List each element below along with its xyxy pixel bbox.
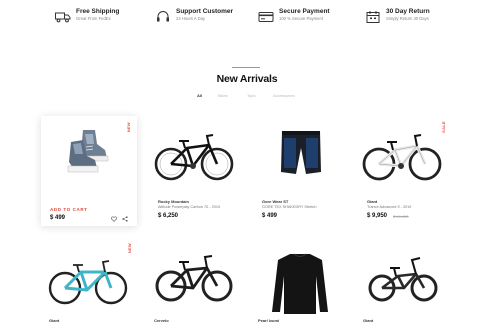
- feature-subtitle: 100 % Secure Payment: [279, 16, 323, 21]
- product-name[interactable]: Trance Advanced 9 - 2019: [367, 205, 411, 209]
- product-image: [146, 238, 242, 318]
- share-icon[interactable]: [122, 216, 128, 222]
- feature-title: Secure Payment: [279, 8, 330, 15]
- product-brand: Pearl Izumi: [258, 318, 280, 323]
- teal-bike-image: [48, 260, 128, 305]
- card-icon: [258, 12, 274, 22]
- mountain-bike-image: [154, 134, 234, 181]
- product-image: [355, 238, 451, 318]
- product-card[interactable]: Pearl Izumi: [250, 238, 346, 329]
- add-to-cart-button[interactable]: ADD TO CART: [50, 207, 88, 212]
- long-sleeve-jersey-image: [272, 253, 328, 314]
- section-divider: [232, 67, 260, 68]
- filter-accessories[interactable]: Accessories: [273, 93, 295, 98]
- product-image: [355, 116, 451, 196]
- product-image: [41, 238, 137, 318]
- bmx-bike-image: [368, 257, 438, 302]
- product-brand: Gore Wear ST: [262, 199, 289, 204]
- white-bike-image: [362, 134, 442, 181]
- feature-subtitle: Great From FedEx: [76, 16, 111, 21]
- feature-subtitle: 24 Hours A Day: [176, 16, 206, 21]
- product-image: [250, 238, 346, 318]
- sneakers-image: [67, 130, 109, 173]
- product-brand: Giant: [367, 199, 378, 204]
- product-name[interactable]: GORE TEX SHAKEDRY Stretch: [262, 205, 316, 209]
- shorts-image: [281, 131, 321, 174]
- product-card[interactable]: Cervelo: [146, 238, 242, 329]
- product-card[interactable]: Gore Wear ST GORE TEX SHAKEDRY Stretch $…: [250, 116, 346, 226]
- product-brand: Giant: [49, 318, 60, 323]
- product-card[interactable]: Giant: [355, 238, 451, 329]
- new-badge: NEW: [126, 122, 131, 133]
- product-price: $ 9,950: [367, 213, 388, 219]
- product-card[interactable]: Rocky Mountain Altitude Powerplay Carbon…: [146, 116, 242, 226]
- product-name[interactable]: Altitude Powerplay Carbon 70 - 2019: [158, 205, 220, 209]
- headset-icon: [157, 11, 169, 22]
- product-price: $ 499: [50, 215, 66, 221]
- product-card-featured[interactable]: NEW ADD TO CART $ 499: [41, 116, 137, 226]
- truck-icon: [55, 12, 71, 23]
- filter-all[interactable]: All: [197, 93, 202, 98]
- feature-support: Support Customer 24 Hours A Day: [155, 8, 233, 24]
- features-bar: Free Shipping Great From FedEx Support C…: [50, 8, 460, 28]
- feature-secure-payment: Secure Payment 100 % Secure Payment: [258, 8, 330, 24]
- feature-title: Free Shipping: [76, 8, 120, 15]
- category-filters: All Bikes Tops Accessories: [0, 93, 494, 101]
- calendar-icon: [366, 11, 380, 23]
- product-price: $ 499: [262, 213, 278, 219]
- filter-tops[interactable]: Tops: [247, 93, 255, 98]
- mountain-bike-2-image: [155, 255, 233, 302]
- feature-subtitle: Simply Return 30 Days: [386, 16, 429, 21]
- product-price: $ 6,250: [158, 213, 179, 219]
- feature-title: 30 Day Return: [386, 8, 430, 15]
- feature-free-shipping: Free Shipping Great From FedEx: [55, 8, 119, 24]
- section-title: New Arrivals: [216, 73, 278, 85]
- feature-title: Support Customer: [176, 8, 234, 15]
- product-card[interactable]: NEW Giant: [41, 238, 137, 329]
- filter-bikes[interactable]: Bikes: [218, 93, 228, 98]
- product-brand: Giant: [363, 318, 374, 323]
- heart-icon[interactable]: [111, 216, 117, 222]
- product-image: [146, 116, 242, 196]
- product-card[interactable]: SALE Giant Trance Advanced 9 - 2019 $ 9,…: [355, 116, 451, 226]
- product-image: [250, 116, 346, 196]
- product-old-price: $ 10,450: [393, 214, 409, 219]
- product-brand: Cervelo: [154, 318, 169, 323]
- feature-return: 30 Day Return Simply Return 30 Days: [365, 8, 430, 24]
- product-brand: Rocky Mountain: [158, 199, 189, 204]
